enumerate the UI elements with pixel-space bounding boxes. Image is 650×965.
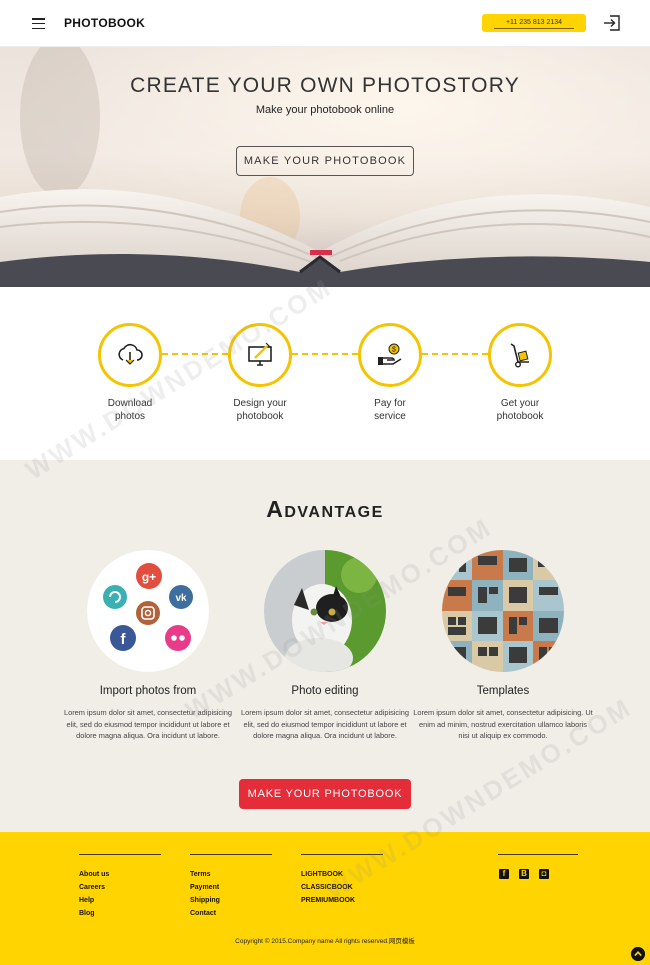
- step-circle: [488, 323, 552, 387]
- hamburger-icon[interactable]: [32, 18, 45, 29]
- make-photobook-button[interactable]: MAKE YOUR PHOTOBOOK: [236, 146, 414, 176]
- vk-icon: vk: [169, 585, 193, 609]
- footer-link[interactable]: Payment: [190, 881, 272, 894]
- footer-col-info: Terms Payment Shipping Contact: [190, 854, 272, 920]
- step-get: Get your photobook: [488, 323, 552, 422]
- step-label: Pay for service: [374, 398, 406, 422]
- svg-text:g+: g+: [142, 570, 156, 584]
- phone-number: +11 235 813 2134: [505, 19, 563, 26]
- cloud-download-icon: [118, 343, 143, 365]
- site-footer: About us Careers Help Blog Terms Payment…: [0, 832, 650, 965]
- feature-editing: Photo editing Lorem ipsum dolor sit amet…: [235, 550, 415, 742]
- hero-title: CREATE YOUR OWN PHOTOSTORY: [130, 74, 520, 97]
- step-design: Design your photobook: [228, 323, 292, 422]
- footer-link[interactable]: Careers: [79, 881, 161, 894]
- footer-link[interactable]: Shipping: [190, 894, 272, 907]
- svg-text:$: $: [392, 347, 396, 354]
- arrow-up-icon[interactable]: [631, 947, 645, 961]
- refresh-icon: [103, 585, 127, 609]
- brand-logo[interactable]: PHOTOBOOK: [64, 16, 145, 30]
- footer-rule: [79, 854, 161, 855]
- blogger-icon[interactable]: B: [519, 869, 529, 879]
- cta-make-photobook-button[interactable]: MAKE YOUR PHOTOBOOK: [239, 779, 411, 809]
- footer-rule: [190, 854, 272, 855]
- instagram-icon: [136, 601, 160, 625]
- step-label: Get your photobook: [496, 398, 544, 422]
- steps-section: Downloadphotos Design yourphotobook $: [0, 287, 650, 460]
- social-icons-circle: g+ vk f: [87, 550, 209, 672]
- sign-in-icon[interactable]: [603, 14, 621, 32]
- step-download: Download photos: [98, 323, 162, 422]
- step-circle: $: [358, 323, 422, 387]
- footer-link[interactable]: CLASSICBOOK: [301, 881, 383, 894]
- step-circle: [98, 323, 162, 387]
- phone-badge[interactable]: +11 235 813 2134: [482, 14, 586, 32]
- feature-text: Lorem ipsum dolor sit amet, consectetur …: [63, 708, 232, 740]
- step-connector: [422, 353, 489, 355]
- step-pay: $ Pay for service: [358, 323, 422, 422]
- footer-link[interactable]: Blog: [79, 907, 161, 920]
- google-plus-icon: g+: [136, 563, 162, 589]
- footer-link[interactable]: Help: [79, 894, 161, 907]
- footer-link[interactable]: LIGHTBOOK: [301, 868, 383, 881]
- instagram-icon[interactable]: ◘: [539, 869, 549, 879]
- hand-truck-icon: [510, 343, 529, 368]
- feature-title: Templates: [476, 685, 530, 697]
- flickr-icon: [165, 625, 191, 651]
- feature-title: Import photos from: [99, 685, 197, 697]
- facebook-icon: f: [110, 625, 136, 651]
- phone-underline: [494, 28, 574, 29]
- feature-import: g+ vk f Import photos from Lorem ipsum d…: [58, 550, 238, 742]
- footer-link[interactable]: About us: [79, 868, 161, 881]
- feature-text: Lorem ipsum dolor sit amet, consectetur …: [240, 708, 409, 740]
- advantage-title: Advantage: [266, 496, 384, 522]
- feature-text: Lorem ipsum dolor sit amet, consectetur …: [413, 708, 593, 740]
- hero-banner: CREATE YOUR OWN PHOTOSTORY Make your pho…: [0, 47, 650, 287]
- templates-collage: [442, 550, 564, 672]
- advantage-section: Advantage g+ vk f Import photos from Lor…: [0, 460, 650, 832]
- step-circle: [228, 323, 292, 387]
- footer-link[interactable]: Terms: [190, 868, 272, 881]
- step-label: Download photos: [107, 398, 153, 422]
- feature-title: Photo editing: [291, 685, 359, 697]
- kitten-photo: [264, 550, 386, 672]
- step-label: Design your photobook: [233, 398, 287, 422]
- feature-templates: Templates Lorem ipsum dolor sit amet, co…: [413, 550, 593, 742]
- monitor-design-icon: [248, 342, 272, 366]
- footer-rule: [301, 854, 383, 855]
- step-connector: [292, 353, 359, 355]
- hero-subtitle: Make your photobook online: [255, 104, 395, 116]
- hand-coin-icon: $: [378, 343, 402, 365]
- step-connector: [162, 353, 229, 355]
- footer-link[interactable]: Contact: [190, 907, 272, 920]
- footer-link[interactable]: PREMIUMBOOK: [301, 894, 383, 907]
- svg-text:vk: vk: [175, 593, 187, 604]
- copyright-text: Copyright © 2015.Company name All rights…: [235, 938, 415, 945]
- footer-col-company: About us Careers Help Blog: [79, 854, 161, 920]
- footer-social: f B ◘: [498, 854, 578, 879]
- footer-col-products: LIGHTBOOK CLASSICBOOK PREMIUMBOOK: [301, 854, 383, 907]
- site-header: PHOTOBOOK +11 235 813 2134: [0, 0, 650, 47]
- footer-rule: [498, 854, 578, 855]
- facebook-icon[interactable]: f: [499, 869, 509, 879]
